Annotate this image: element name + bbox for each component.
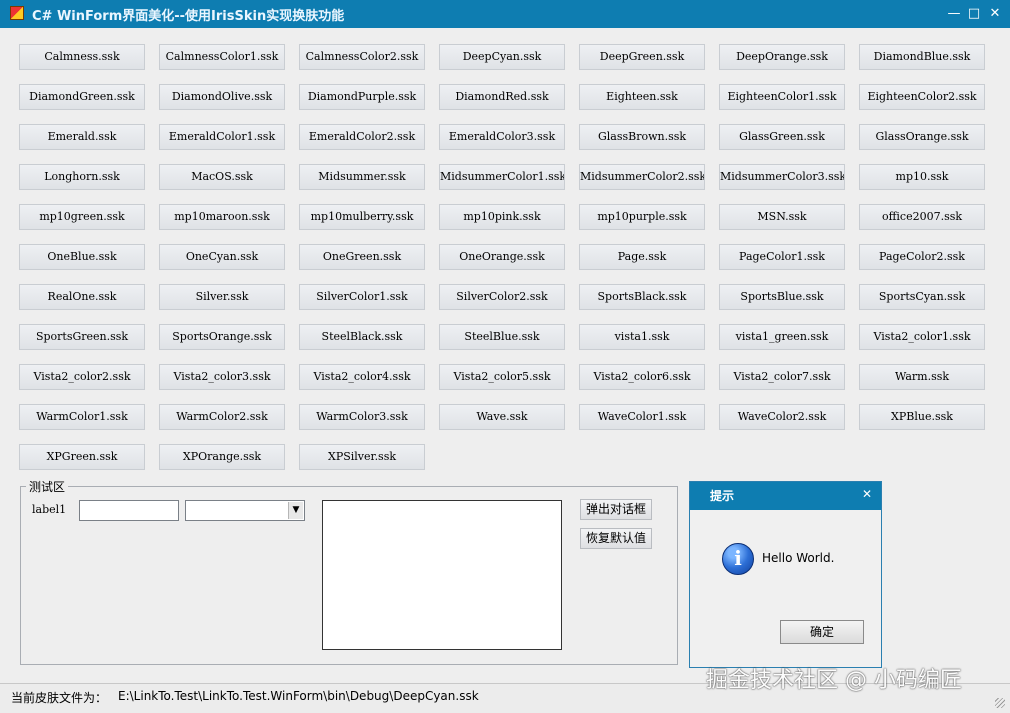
skin-button-diamondblue[interactable]: DiamondBlue.ssk xyxy=(859,44,985,70)
skin-button-emeraldcolor1[interactable]: EmeraldColor1.ssk xyxy=(159,124,285,150)
skin-button-onegreen[interactable]: OneGreen.ssk xyxy=(299,244,425,270)
skin-button-sportscyan[interactable]: SportsCyan.ssk xyxy=(859,284,985,310)
skin-button-emeraldcolor2[interactable]: EmeraldColor2.ssk xyxy=(299,124,425,150)
skin-button-wavecolor1[interactable]: WaveColor1.ssk xyxy=(579,404,705,430)
skin-button-calmness[interactable]: Calmness.ssk xyxy=(19,44,145,70)
skin-button-warmcolor2[interactable]: WarmColor2.ssk xyxy=(159,404,285,430)
skin-button-vista1[interactable]: vista1.ssk xyxy=(579,324,705,350)
skin-button-xpgreen[interactable]: XPGreen.ssk xyxy=(19,444,145,470)
skin-button-vista1-green[interactable]: vista1_green.ssk xyxy=(719,324,845,350)
skin-button-vista2-color6[interactable]: Vista2_color6.ssk xyxy=(579,364,705,390)
skin-button-deeporange[interactable]: DeepOrange.ssk xyxy=(719,44,845,70)
skin-button-diamondpurple[interactable]: DiamondPurple.ssk xyxy=(299,84,425,110)
skin-button-onecyan[interactable]: OneCyan.ssk xyxy=(159,244,285,270)
skin-button-glassgreen[interactable]: GlassGreen.ssk xyxy=(719,124,845,150)
status-label: 当前皮肤文件为： xyxy=(11,691,108,705)
skin-button-pagecolor1[interactable]: PageColor1.ssk xyxy=(719,244,845,270)
ok-button[interactable]: 确定 xyxy=(780,620,864,644)
restore-default-button[interactable]: 恢复默认值 xyxy=(580,528,652,549)
skin-button-diamondred[interactable]: DiamondRed.ssk xyxy=(439,84,565,110)
maximize-icon[interactable]: □ xyxy=(964,4,984,24)
skin-button-steelblack[interactable]: SteelBlack.ssk xyxy=(299,324,425,350)
skin-button-eighteencolor2[interactable]: EighteenColor2.ssk xyxy=(859,84,985,110)
close-icon[interactable]: ✕ xyxy=(985,4,1005,24)
skin-button-mp10pink[interactable]: mp10pink.ssk xyxy=(439,204,565,230)
minimize-icon[interactable]: — xyxy=(944,4,964,24)
multiline-textbox[interactable] xyxy=(322,500,562,650)
skin-button-diamondgreen[interactable]: DiamondGreen.ssk xyxy=(19,84,145,110)
skin-button-mp10purple[interactable]: mp10purple.ssk xyxy=(579,204,705,230)
skin-button-wave[interactable]: Wave.ssk xyxy=(439,404,565,430)
skin-button-realone[interactable]: RealOne.ssk xyxy=(19,284,145,310)
skin-button-silver[interactable]: Silver.ssk xyxy=(159,284,285,310)
watermark: 掘金技术社区 @ 小码编匠 xyxy=(706,668,962,693)
skin-button-midsummercolor3[interactable]: MidsummerColor3.ssk xyxy=(719,164,845,190)
app-icon xyxy=(10,6,24,20)
skin-button-mp10green[interactable]: mp10green.ssk xyxy=(19,204,145,230)
skin-button-mp10[interactable]: mp10.ssk xyxy=(859,164,985,190)
info-icon: i xyxy=(722,543,754,575)
skin-button-emeraldcolor3[interactable]: EmeraldColor3.ssk xyxy=(439,124,565,150)
skin-button-warmcolor1[interactable]: WarmColor1.ssk xyxy=(19,404,145,430)
skin-button-calmnesscolor1[interactable]: CalmnessColor1.ssk xyxy=(159,44,285,70)
title-bar: C# WinForm界面美化--使用IrisSkin实现换肤功能 — □ ✕ xyxy=(0,0,1010,28)
skin-button-midsummercolor1[interactable]: MidsummerColor1.ssk xyxy=(439,164,565,190)
skin-button-office2007[interactable]: office2007.ssk xyxy=(859,204,985,230)
skin-button-steelblue[interactable]: SteelBlue.ssk xyxy=(439,324,565,350)
skin-button-glassbrown[interactable]: GlassBrown.ssk xyxy=(579,124,705,150)
close-icon[interactable]: ✕ xyxy=(862,487,872,501)
skin-button-vista2-color3[interactable]: Vista2_color3.ssk xyxy=(159,364,285,390)
skin-button-silvercolor1[interactable]: SilverColor1.ssk xyxy=(299,284,425,310)
skin-button-silvercolor2[interactable]: SilverColor2.ssk xyxy=(439,284,565,310)
skin-button-sportsorange[interactable]: SportsOrange.ssk xyxy=(159,324,285,350)
skin-button-vista2-color4[interactable]: Vista2_color4.ssk xyxy=(299,364,425,390)
label1: label1 xyxy=(32,503,67,516)
dialog-title: 提示 xyxy=(710,489,735,503)
dialog-title-bar: 提示 ✕ xyxy=(690,482,881,510)
skin-button-macos[interactable]: MacOS.ssk xyxy=(159,164,285,190)
skin-button-deepcyan[interactable]: DeepCyan.ssk xyxy=(439,44,565,70)
window-title: C# WinForm界面美化--使用IrisSkin实现换肤功能 xyxy=(32,9,345,24)
skin-button-eighteen[interactable]: Eighteen.ssk xyxy=(579,84,705,110)
message-dialog: 提示 ✕ i Hello World. 确定 xyxy=(689,481,882,668)
skin-button-page[interactable]: Page.ssk xyxy=(579,244,705,270)
skin-button-oneblue[interactable]: OneBlue.ssk xyxy=(19,244,145,270)
skin-button-diamondolive[interactable]: DiamondOlive.ssk xyxy=(159,84,285,110)
skin-button-xpblue[interactable]: XPBlue.ssk xyxy=(859,404,985,430)
test-area-title: 测试区 xyxy=(26,478,69,495)
skin-button-xpsilver[interactable]: XPSilver.ssk xyxy=(299,444,425,470)
dialog-message: Hello World. xyxy=(762,551,835,565)
skin-button-mp10maroon[interactable]: mp10maroon.ssk xyxy=(159,204,285,230)
skin-button-sportsblue[interactable]: SportsBlue.ssk xyxy=(719,284,845,310)
skin-button-vista2-color2[interactable]: Vista2_color2.ssk xyxy=(19,364,145,390)
show-dialog-button[interactable]: 弹出对话框 xyxy=(580,499,652,520)
skin-button-warmcolor3[interactable]: WarmColor3.ssk xyxy=(299,404,425,430)
skin-button-longhorn[interactable]: Longhorn.ssk xyxy=(19,164,145,190)
skin-button-sportsgreen[interactable]: SportsGreen.ssk xyxy=(19,324,145,350)
skin-button-vista2-color5[interactable]: Vista2_color5.ssk xyxy=(439,364,565,390)
skin-button-mp10mulberry[interactable]: mp10mulberry.ssk xyxy=(299,204,425,230)
dropdown-select[interactable]: ▼ xyxy=(185,500,305,521)
skin-button-deepgreen[interactable]: DeepGreen.ssk xyxy=(579,44,705,70)
skin-button-wavecolor2[interactable]: WaveColor2.ssk xyxy=(719,404,845,430)
skin-button-oneorange[interactable]: OneOrange.ssk xyxy=(439,244,565,270)
skin-button-msn[interactable]: MSN.ssk xyxy=(719,204,845,230)
text-input[interactable] xyxy=(79,500,179,521)
skin-button-warm[interactable]: Warm.ssk xyxy=(859,364,985,390)
skin-button-midsummer[interactable]: Midsummer.ssk xyxy=(299,164,425,190)
resize-grip-icon[interactable] xyxy=(995,698,1005,708)
skin-button-midsummercolor2[interactable]: MidsummerColor2.ssk xyxy=(579,164,705,190)
skin-button-vista2-color7[interactable]: Vista2_color7.ssk xyxy=(719,364,845,390)
skin-button-sportsblack[interactable]: SportsBlack.ssk xyxy=(579,284,705,310)
skin-button-eighteencolor1[interactable]: EighteenColor1.ssk xyxy=(719,84,845,110)
skin-button-emerald[interactable]: Emerald.ssk xyxy=(19,124,145,150)
skin-button-pagecolor2[interactable]: PageColor2.ssk xyxy=(859,244,985,270)
skin-button-xporange[interactable]: XPOrange.ssk xyxy=(159,444,285,470)
chevron-down-icon[interactable]: ▼ xyxy=(288,502,303,519)
skin-button-calmnesscolor2[interactable]: CalmnessColor2.ssk xyxy=(299,44,425,70)
skin-button-vista2-color1[interactable]: Vista2_color1.ssk xyxy=(859,324,985,350)
current-skin-path: E:\LinkTo.Test\LinkTo.Test.WinForm\bin\D… xyxy=(118,689,479,703)
skin-button-glassorange[interactable]: GlassOrange.ssk xyxy=(859,124,985,150)
